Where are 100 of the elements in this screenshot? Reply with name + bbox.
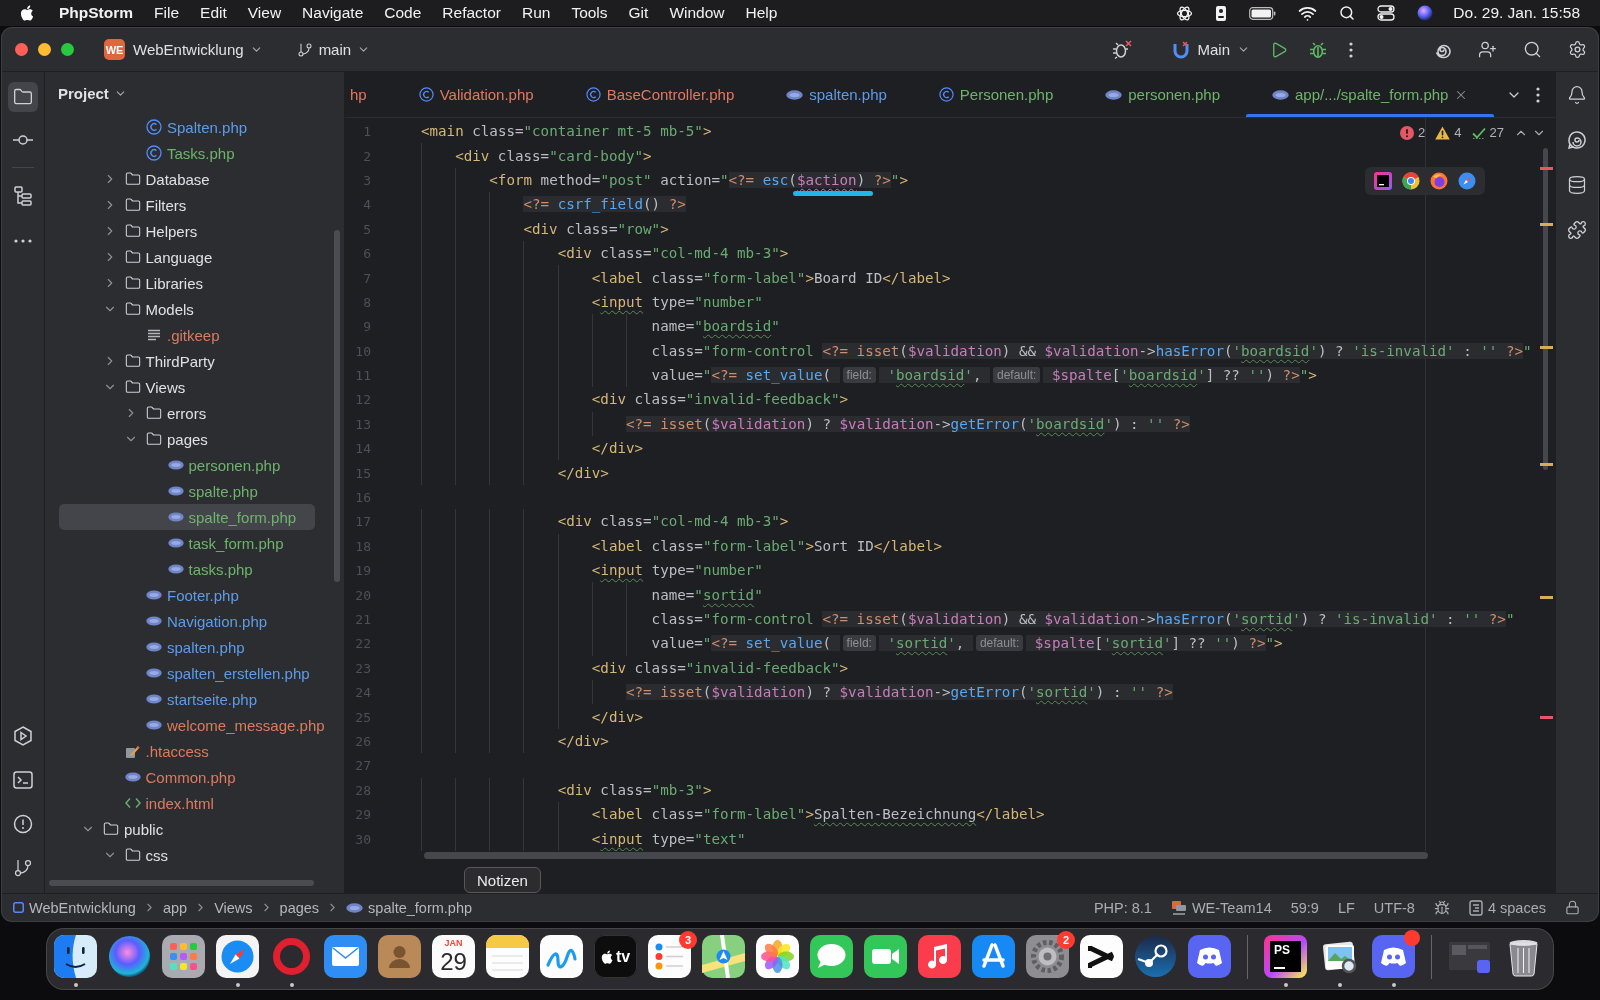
run-configuration-selector[interactable]: Main [1172,40,1250,59]
tv-tile[interactable]: tv [594,935,637,978]
branch-selector[interactable]: main [296,41,371,58]
settings-icon[interactable] [1568,40,1587,59]
tree-item[interactable]: spalte_form.php [59,504,315,530]
tree-item[interactable]: Views [102,374,186,400]
status-button[interactable] [1433,899,1450,916]
status-item[interactable]: WE-Team14 [1170,899,1272,916]
editor-tab[interactable]: hp [345,72,393,117]
status-button[interactable] [1565,900,1580,915]
breadcrumb[interactable]: app [162,899,188,916]
map-icon[interactable] [702,935,745,978]
scrollbar-thumb[interactable] [424,852,1428,859]
tree-item[interactable]: startseite.php [146,686,258,712]
tree-item[interactable]: .htaccess [124,738,209,764]
panel-title[interactable]: Project [58,84,127,102]
ring-icon[interactable] [270,935,313,978]
window-close-button[interactable] [15,43,28,56]
tree-item[interactable]: spalten.php [146,634,245,660]
menu-item[interactable]: Help [745,4,778,22]
scrollbar-thumb[interactable] [49,880,314,886]
tree-item[interactable]: Spalten.php [146,114,248,140]
game-controller-icon[interactable] [1188,935,1231,978]
tree-item[interactable]: ThirdParty [102,348,215,374]
window-minimize-button[interactable] [38,43,51,56]
app-grid-icon[interactable] [162,935,205,978]
breadcrumb[interactable]: spalte_form.php [346,899,473,916]
device-icon[interactable] [1215,4,1228,22]
orb-icon[interactable] [108,935,151,978]
editor-tab[interactable]: app/.../spalte_form.php [1246,72,1495,117]
gradient-square-icon[interactable] [1374,172,1392,190]
linked-circles-icon[interactable] [1134,935,1177,978]
compass-icon[interactable] [1458,172,1476,190]
tree-item[interactable]: Common.php [124,764,236,790]
tricolor-ring-icon[interactable] [1402,172,1420,190]
compass-icon[interactable] [216,935,259,978]
menu-item[interactable]: View [247,4,282,22]
tree-item[interactable]: Language [102,244,213,270]
tree-item[interactable]: Database [102,166,210,192]
more-icon[interactable] [1349,41,1353,58]
menu-item[interactable]: File [154,4,180,22]
game-controller-icon[interactable] [1372,935,1415,978]
music-note-icon[interactable] [918,935,961,978]
menu-item[interactable]: Window [669,4,725,22]
editor-tab[interactable]: Personen.php [912,72,1080,117]
tree-item[interactable]: errors [124,400,207,426]
tree-item[interactable]: spalte.php [167,478,258,504]
status-item[interactable]: 4 spaces [1468,899,1546,916]
tree-item[interactable]: Footer.php [146,582,239,608]
breadcrumb[interactable]: WebEntwicklung [13,899,136,916]
squiggle-icon[interactable] [540,935,583,978]
tree-item[interactable]: Helpers [102,218,198,244]
tree-item[interactable]: Navigation.php [146,608,268,634]
tree-item[interactable]: welcome_message.php [146,712,325,738]
toggles-icon[interactable] [1377,5,1396,21]
smiley-tile-icon[interactable] [54,935,97,978]
editor-tab[interactable]: BaseController.php [559,72,761,117]
atom-icon[interactable] [1176,4,1194,22]
add-user-icon[interactable] [1478,40,1497,59]
checklist-icon[interactable] [648,935,691,978]
tree-item[interactable]: css [102,842,168,868]
menu-item[interactable]: Git [628,4,649,22]
tree-item[interactable]: Tasks.php [146,140,235,166]
play-icon[interactable] [1270,40,1288,59]
breadcrumb[interactable]: pages [279,899,320,916]
tool-window-button[interactable] [8,82,38,112]
menu-item[interactable]: Run [521,4,551,22]
angle-shape-icon[interactable] [1080,935,1123,978]
bug-icon[interactable] [1112,40,1133,59]
status-item[interactable]: PHP: 8.1 [1093,899,1152,916]
editor-tab[interactable]: Validation.php [392,72,560,117]
tree-item[interactable]: public [81,816,164,842]
editor-tab[interactable]: personen.php [1079,72,1246,117]
bug-icon[interactable] [1309,40,1327,59]
a-shape-icon[interactable] [972,935,1015,978]
editor-tab[interactable]: spalten.php [760,72,913,117]
flower-icon[interactable] [756,935,799,978]
menu-item[interactable]: Tools [571,4,608,22]
logo-tile[interactable]: PS [1264,935,1307,978]
video-camera-icon[interactable] [864,935,907,978]
gear-icon[interactable] [1026,935,1069,978]
tree-item[interactable]: task_form.php [167,530,284,556]
menu-item[interactable]: Code [384,4,422,22]
apple-icon[interactable] [600,949,615,964]
tree-item[interactable]: spalten_erstellen.php [146,660,310,686]
scrollbar-thumb[interactable] [1543,148,1548,470]
notepad-icon[interactable] [486,935,529,978]
menu-item[interactable]: Navigate [302,4,364,22]
project-selector[interactable]: WE WebEntwicklung [104,39,263,60]
breadcrumb[interactable]: Views [214,899,253,916]
menu-item[interactable]: Edit [200,4,227,22]
orb-icon[interactable] [1417,5,1434,21]
app-menu[interactable]: PhpStorm [59,4,134,22]
tree-item[interactable]: tasks.php [167,556,253,582]
chat-bubble-icon[interactable] [810,935,853,978]
status-item[interactable]: LF [1337,899,1355,916]
tree-item[interactable]: index.html [124,790,214,816]
window-zoom-button[interactable] [61,43,74,56]
tree-item[interactable]: personen.php [167,452,281,478]
tree-item[interactable]: Filters [102,192,187,218]
